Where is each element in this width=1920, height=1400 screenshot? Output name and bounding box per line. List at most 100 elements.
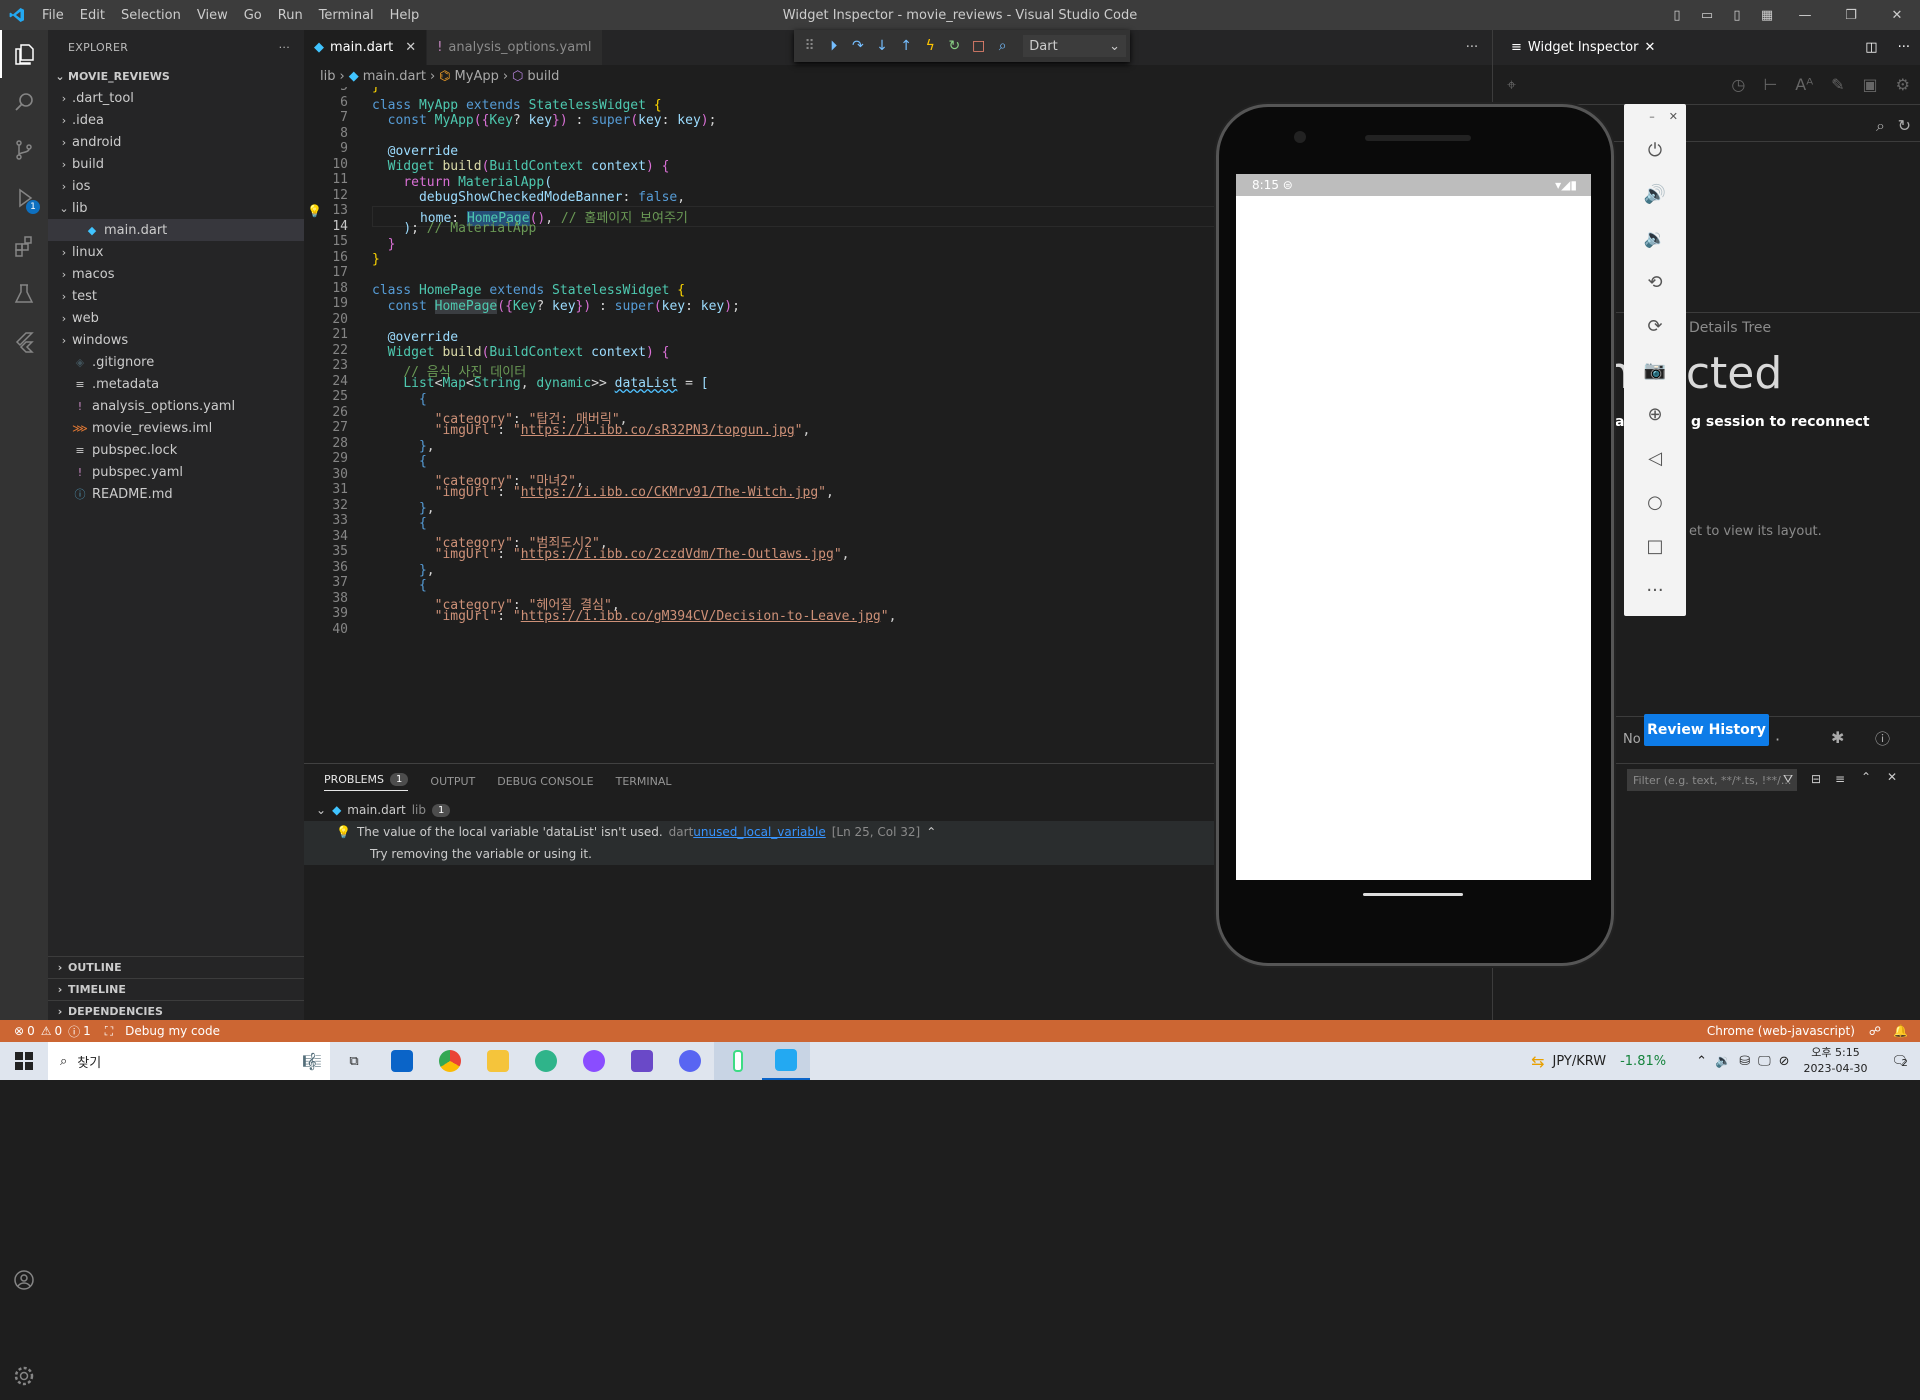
info-icon[interactable]: ⓘ: [68, 1023, 80, 1040]
tree-item[interactable]: ! pubspec.yaml: [48, 461, 304, 483]
tab-output[interactable]: OUTPUT: [430, 775, 475, 788]
close-tab-icon[interactable]: ✕: [405, 40, 416, 55]
section-outline[interactable]: › OUTLINE: [48, 956, 304, 978]
toggle-sidebar-icon[interactable]: ▯: [1662, 8, 1692, 23]
restart-icon[interactable]: ↻: [943, 34, 966, 58]
tab-terminal[interactable]: TERMINAL: [616, 775, 672, 788]
feedback-icon[interactable]: ☍: [1869, 1024, 1881, 1038]
tray-overflow-icon[interactable]: ⌃: [1696, 1054, 1707, 1069]
breadcrumb-lib[interactable]: lib: [320, 69, 335, 84]
rotate-left-icon[interactable]: ⟲: [1624, 260, 1686, 304]
stop-icon[interactable]: □: [967, 34, 990, 58]
img-url-link[interactable]: https://i.ibb.co/gM394CV/Decision-to-Lea…: [521, 609, 881, 624]
minimize-icon[interactable]: –: [1649, 110, 1655, 123]
game-app-icon[interactable]: [618, 1042, 666, 1080]
tab-analysis-options[interactable]: ! analysis_options.yaml: [427, 30, 603, 65]
tab-debug-console[interactable]: DEBUG CONSOLE: [497, 775, 593, 788]
home-indicator[interactable]: [1363, 893, 1463, 896]
problem-rule-link[interactable]: unused_local_variable: [693, 825, 825, 839]
testing-icon[interactable]: [0, 270, 48, 318]
more-actions-icon[interactable]: ···: [279, 41, 290, 54]
guidelines-icon[interactable]: ⊢: [1763, 75, 1777, 94]
debug-config[interactable]: Debug my code: [125, 1024, 220, 1038]
breadcrumb-class[interactable]: MyApp: [455, 69, 499, 84]
maximize-panel-icon[interactable]: ⌃: [1861, 770, 1871, 784]
tree-item[interactable]: › macos: [48, 263, 304, 285]
source-control-icon[interactable]: [0, 126, 48, 174]
more-icon[interactable]: ···: [1624, 568, 1686, 612]
flutter-icon[interactable]: [0, 318, 48, 366]
tree-item[interactable]: ⓘ README.md: [48, 483, 304, 505]
menu-view[interactable]: View: [189, 8, 236, 23]
view-as-list-icon[interactable]: ≡: [1835, 772, 1845, 786]
device-target[interactable]: Chrome (web-javascript): [1707, 1024, 1855, 1038]
tree-item[interactable]: ⌄ lib: [48, 197, 304, 219]
bug-icon[interactable]: ✱: [1831, 728, 1844, 747]
breadcrumb-file[interactable]: main.dart: [363, 69, 426, 84]
tree-item[interactable]: ⋙ movie_reviews.iml: [48, 417, 304, 439]
tree-item[interactable]: › .dart_tool: [48, 87, 304, 109]
tree-item[interactable]: ≡ .metadata: [48, 373, 304, 395]
overview-icon[interactable]: □: [1624, 524, 1686, 568]
img-url-link[interactable]: https://i.ibb.co/2czdVdm/The-Outlaws.jpg: [521, 547, 834, 562]
step-out-icon[interactable]: ↑: [895, 34, 918, 58]
code-editor[interactable]: 5678910111213141516171819202122232425262…: [304, 87, 1220, 763]
emulator-screen[interactable]: [1236, 174, 1591, 880]
workspace-root[interactable]: ⌄ MOVIE_REVIEWS: [48, 65, 304, 87]
debug-launch-icon[interactable]: ⛶: [105, 1024, 113, 1039]
step-over-icon[interactable]: ↷: [846, 34, 869, 58]
tree-item[interactable]: › linux: [48, 241, 304, 263]
menu-help[interactable]: Help: [382, 8, 428, 23]
edge-app-icon[interactable]: [522, 1042, 570, 1080]
toggle-panel-icon[interactable]: ▭: [1692, 8, 1722, 23]
drag-handle-icon[interactable]: ⠿: [798, 34, 821, 58]
tree-item[interactable]: › android: [48, 131, 304, 153]
rotate-right-icon[interactable]: ⟳: [1624, 304, 1686, 348]
help-icon[interactable]: ⓘ: [1875, 728, 1890, 749]
drive-icon[interactable]: ⛁: [1739, 1054, 1750, 1069]
details-tree-tab[interactable]: Details Tree: [1689, 320, 1771, 336]
extensions-icon[interactable]: [0, 222, 48, 270]
tree-item[interactable]: ≡ pubspec.lock: [48, 439, 304, 461]
tree-item[interactable]: › .idea: [48, 109, 304, 131]
screenshot-icon[interactable]: 📷: [1624, 348, 1686, 392]
close-icon[interactable]: ✕: [1874, 8, 1920, 23]
currency-pair[interactable]: JPY/KRW: [1553, 1054, 1607, 1069]
file-explorer-app-icon[interactable]: [474, 1042, 522, 1080]
warning-icon[interactable]: ⚠: [41, 1024, 52, 1038]
emulator-app-icon[interactable]: [714, 1042, 762, 1080]
menu-edit[interactable]: Edit: [72, 8, 113, 23]
account-icon[interactable]: [0, 1256, 48, 1304]
volume-down-icon[interactable]: 🔉: [1624, 216, 1686, 260]
hot-reload-icon[interactable]: ϟ: [919, 34, 942, 58]
section-timeline[interactable]: › TIMELINE: [48, 978, 304, 1000]
chevron-up-icon[interactable]: ⌃: [926, 825, 936, 839]
tree-item[interactable]: ◈ .gitignore: [48, 351, 304, 373]
home-icon[interactable]: ○: [1624, 480, 1686, 524]
disabled-icon[interactable]: ⊘: [1779, 1054, 1790, 1069]
chrome-app-icon[interactable]: [426, 1042, 474, 1080]
close-panel-icon[interactable]: ✕: [1887, 770, 1897, 784]
slow-animations-icon[interactable]: ◷: [1731, 75, 1745, 94]
review-history-button[interactable]: Review History: [1644, 714, 1769, 746]
filter-icon[interactable]: ⛛: [1783, 772, 1793, 787]
network-icon[interactable]: 🖵: [1758, 1054, 1771, 1069]
problem-file-row[interactable]: ⌄ ◆ main.dart lib 1: [304, 799, 1220, 821]
repaint-icon[interactable]: ✎: [1831, 75, 1844, 94]
breadcrumb-method[interactable]: build: [527, 69, 559, 84]
img-url-link[interactable]: https://i.ibb.co/sR32PN3/topgun.jpg: [521, 423, 795, 438]
editor-more-icon[interactable]: ···: [1452, 30, 1492, 65]
baselines-icon[interactable]: Aᴬ: [1795, 75, 1813, 94]
back-icon[interactable]: ◁: [1624, 436, 1686, 480]
tab-main-dart[interactable]: ◆ main.dart ✕: [304, 30, 428, 65]
volume-up-icon[interactable]: 🔊: [1624, 172, 1686, 216]
notification-center-icon[interactable]: 🗨 2: [1891, 1054, 1908, 1069]
zoom-icon[interactable]: ⊕: [1624, 392, 1686, 436]
power-icon[interactable]: ⏻: [1624, 128, 1686, 172]
tab-problems[interactable]: PROBLEMS 1: [324, 772, 409, 791]
tree-item[interactable]: › test: [48, 285, 304, 307]
menu-go[interactable]: Go: [236, 8, 270, 23]
search-icon[interactable]: [0, 78, 48, 126]
search-icon[interactable]: ⌕: [1876, 116, 1885, 136]
more-actions-icon[interactable]: ···: [1898, 40, 1910, 55]
